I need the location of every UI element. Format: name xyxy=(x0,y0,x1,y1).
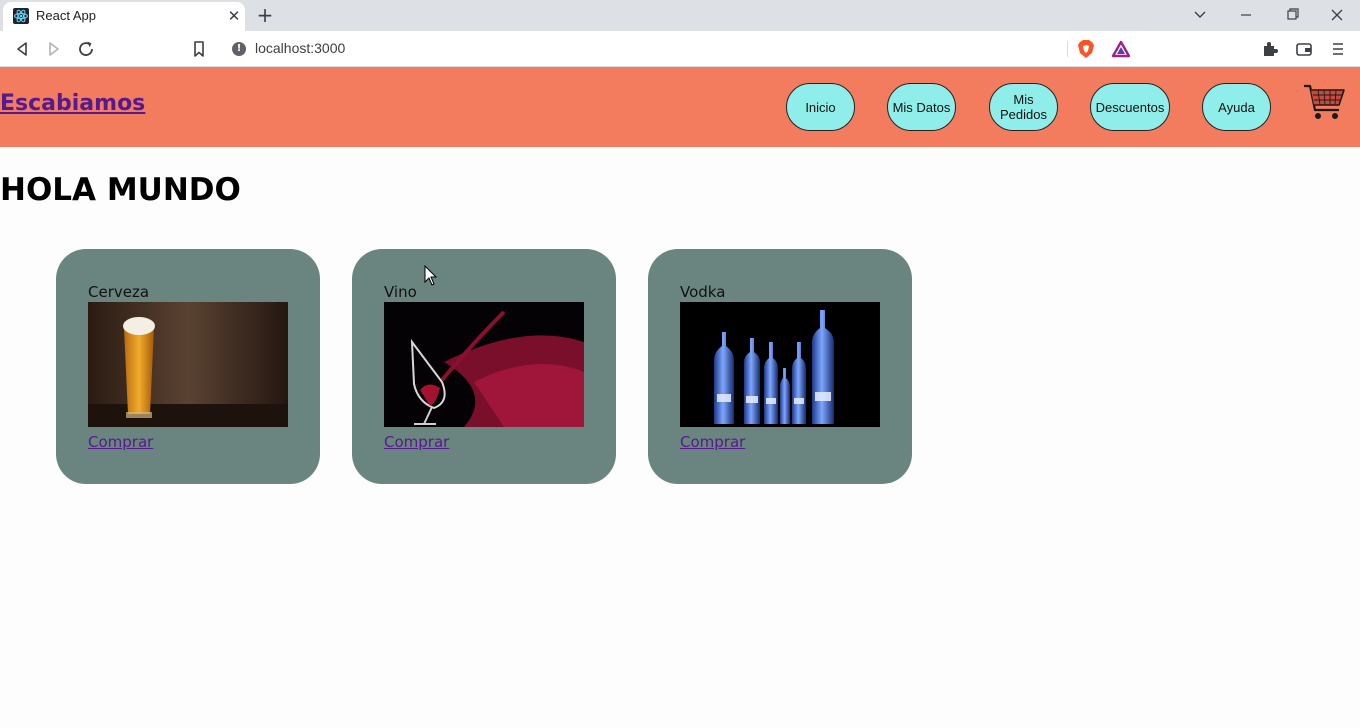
buy-link[interactable]: Comprar xyxy=(88,433,153,451)
buy-link[interactable]: Comprar xyxy=(680,433,745,451)
extensions-icon[interactable] xyxy=(1258,37,1282,61)
wine-glass-photo xyxy=(384,302,584,427)
brave-shield-icon[interactable] xyxy=(1077,39,1095,59)
wallet-icon[interactable] xyxy=(1292,37,1316,61)
back-icon[interactable] xyxy=(10,37,34,61)
product-name: Vodka xyxy=(680,283,726,301)
product-card-vino: Vino Comprar xyxy=(352,249,616,484)
new-tab-icon[interactable]: + xyxy=(254,4,276,26)
reload-icon[interactable] xyxy=(74,37,98,61)
shopping-cart-icon[interactable] xyxy=(1302,83,1346,123)
site-info-icon[interactable]: ! xyxy=(232,42,246,56)
product-name: Vino xyxy=(384,283,417,301)
brave-rewards-icon[interactable] xyxy=(1111,40,1131,58)
browser-toolbar: ! localhost:3000 xyxy=(0,31,1360,67)
product-card-cerveza: Cerveza Comprar xyxy=(56,249,320,484)
nav-ayuda-button[interactable]: Ayuda xyxy=(1202,83,1271,131)
tab-title: React App xyxy=(36,8,96,23)
tab-search-chevron-icon[interactable] xyxy=(1188,4,1212,26)
product-name: Cerveza xyxy=(88,283,150,301)
forward-icon[interactable] xyxy=(42,37,66,61)
brand-link[interactable]: Escabiamos xyxy=(0,91,145,116)
omnibox-divider xyxy=(1067,41,1068,57)
vodka-bottles-photo xyxy=(680,302,880,427)
menu-icon[interactable] xyxy=(1326,37,1350,61)
bookmark-icon[interactable] xyxy=(187,37,211,61)
tab-close-icon[interactable]: ✕ xyxy=(225,7,243,25)
page-title: HOLA MUNDO xyxy=(0,172,241,208)
address-bar[interactable]: ! localhost:3000 xyxy=(222,35,1134,63)
site-header: Escabiamos Inicio Mis Datos Mis Pedidos … xyxy=(0,67,1360,147)
product-card-vodka: Vodka Comprar xyxy=(648,249,912,484)
react-icon xyxy=(13,8,29,24)
nav-inicio-button[interactable]: Inicio xyxy=(786,83,855,131)
browser-tab[interactable]: React App ✕ xyxy=(3,2,245,31)
buy-link[interactable]: Comprar xyxy=(384,433,449,451)
nav-mis-datos-button[interactable]: Mis Datos xyxy=(887,83,956,131)
nav-descuentos-button[interactable]: Descuentos xyxy=(1090,83,1170,131)
browser-titlebar: React App ✕ + xyxy=(0,0,1360,31)
nav-mis-pedidos-button[interactable]: Mis Pedidos xyxy=(989,83,1058,131)
beer-glass-photo xyxy=(88,302,288,427)
mouse-cursor-icon xyxy=(424,265,438,286)
minimize-icon[interactable] xyxy=(1234,4,1258,26)
url-text[interactable]: localhost:3000 xyxy=(255,40,345,56)
close-window-icon[interactable] xyxy=(1325,4,1349,26)
restore-icon[interactable] xyxy=(1280,4,1304,26)
